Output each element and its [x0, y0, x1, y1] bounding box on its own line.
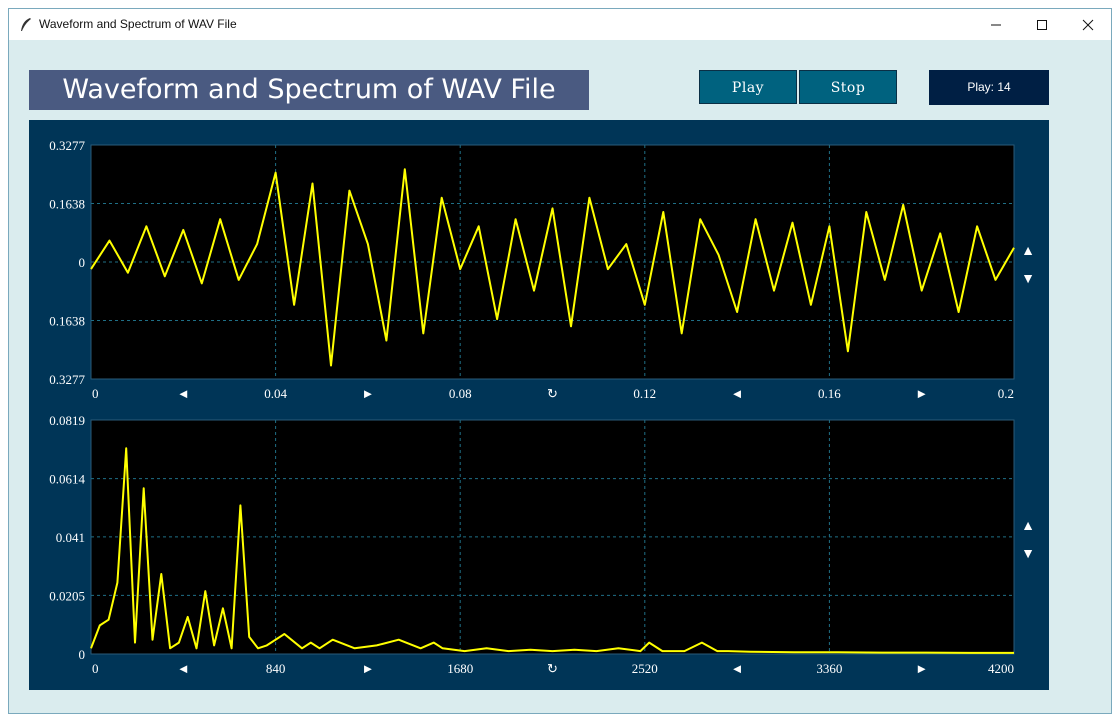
- minimize-button[interactable]: [973, 9, 1019, 40]
- stop-button[interactable]: Stop: [799, 70, 897, 104]
- maximize-icon: [1037, 20, 1047, 30]
- waveform-pan-right-icon[interactable]: ►: [915, 386, 928, 401]
- spectrum-pan-left-icon[interactable]: ◄: [177, 661, 190, 676]
- waveform-y-tick-label: 0.3277: [49, 138, 85, 153]
- waveform-y-tick-label: 0.1638: [49, 313, 85, 328]
- waveform-pan-left-icon[interactable]: ◄: [731, 386, 744, 401]
- waveform-x-tick-label: 0.12: [633, 386, 656, 401]
- spectrum-pan-reset-icon[interactable]: ↻: [547, 661, 558, 676]
- spectrum-pan-right-icon[interactable]: ►: [361, 661, 374, 676]
- spectrum-x-tick-label: 1680: [447, 661, 473, 676]
- window-title: Waveform and Spectrum of WAV File: [39, 17, 237, 31]
- spectrum-x-tick-label: 4200: [988, 661, 1014, 676]
- waveform-pan-reset-icon[interactable]: ↻: [547, 386, 558, 401]
- spectrum-scale-down-icon[interactable]: ▼: [1021, 547, 1035, 562]
- spectrum-y-tick-label: 0.0614: [49, 472, 85, 487]
- title-bar: Waveform and Spectrum of WAV File: [9, 9, 1111, 40]
- waveform-scale-up-icon[interactable]: ▲: [1021, 244, 1035, 259]
- feather-icon: [21, 18, 31, 31]
- waveform-x-tick-label: 0: [92, 386, 99, 401]
- app-window: Waveform and Spectrum of WAV File Wavefo…: [8, 8, 1112, 714]
- waveform-x-tick-label: 0.08: [449, 386, 472, 401]
- spectrum-x-tick-label: 2520: [632, 661, 658, 676]
- close-icon: [1082, 19, 1094, 31]
- waveform-x-tick-label: 0.04: [264, 386, 287, 401]
- play-counter: Play: 14: [929, 70, 1049, 105]
- waveform-y-tick-label: 0.1638: [49, 197, 85, 212]
- spectrum-x-tick-label: 3360: [816, 661, 842, 676]
- page-title: Waveform and Spectrum of WAV File: [29, 70, 589, 110]
- spectrum-y-tick-label: 0: [79, 647, 86, 662]
- waveform-y-tick-label: 0: [79, 255, 86, 270]
- spectrum-x-tick-label: 840: [266, 661, 286, 676]
- plots-canvas: 0.3277 0.1638 0 0.1638 0.3277 0 0.04 0.08 0.12 0.…: [49, 138, 1035, 676]
- spectrum-scale-up-icon[interactable]: ▲: [1021, 519, 1035, 534]
- waveform-y-tick-label: 0.3277: [49, 372, 85, 387]
- waveform-pan-right-icon[interactable]: ►: [361, 386, 374, 401]
- maximize-button[interactable]: [1019, 9, 1065, 40]
- spectrum-pan-right-icon[interactable]: ►: [915, 661, 928, 676]
- spectrum-y-tick-label: 0.0205: [49, 588, 85, 603]
- waveform-pan-left-icon[interactable]: ◄: [177, 386, 190, 401]
- close-button[interactable]: [1065, 9, 1111, 40]
- waveform-scale-down-icon[interactable]: ▼: [1021, 272, 1035, 287]
- spectrum-y-tick-label: 0.0819: [49, 413, 85, 428]
- waveform-x-tick-label: 0.2: [998, 386, 1014, 401]
- spectrum-x-tick-label: 0: [92, 661, 99, 676]
- spectrum-pan-left-icon[interactable]: ◄: [731, 661, 744, 676]
- spectrum-y-tick-label: 0.041: [56, 530, 85, 545]
- play-button[interactable]: Play: [699, 70, 797, 104]
- waveform-x-tick-label: 0.16: [818, 386, 841, 401]
- plot-panel: 0.3277 0.1638 0 0.1638 0.3277 0 0.04 0.08 0.12 0.…: [29, 120, 1049, 690]
- minimize-icon: [991, 24, 1001, 26]
